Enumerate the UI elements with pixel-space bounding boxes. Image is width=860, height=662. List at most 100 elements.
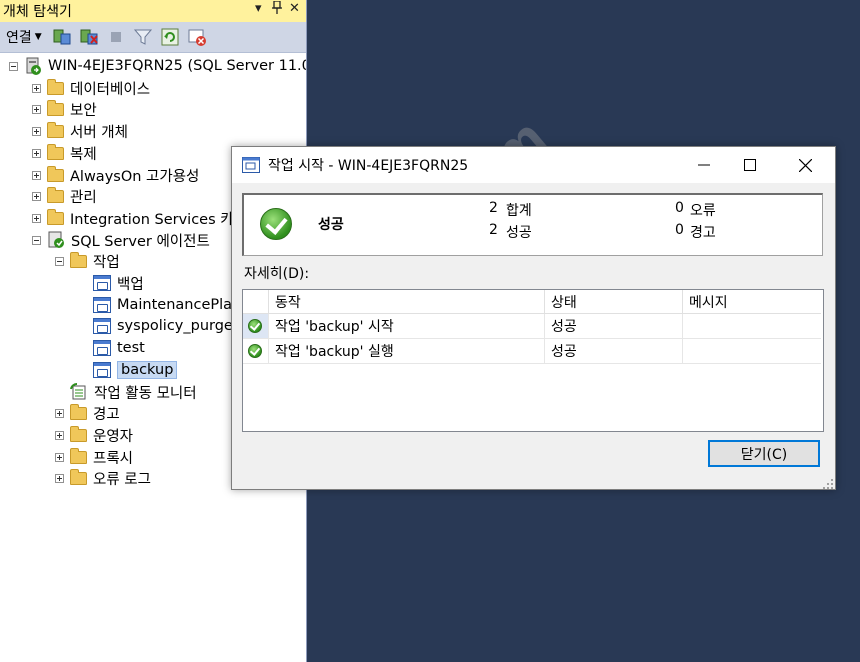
maximize-button[interactable] bbox=[727, 147, 773, 183]
connect-dropdown[interactable]: 연결 ▼ bbox=[6, 27, 42, 47]
object-explorer-title: 개체 탐색기 bbox=[3, 4, 72, 20]
tree-node[interactable]: 오류 로그 bbox=[55, 468, 151, 488]
success-check-icon bbox=[260, 208, 292, 240]
refresh-icon[interactable] bbox=[160, 27, 180, 47]
table-row-icon-cell bbox=[243, 339, 269, 364]
expand-icon[interactable] bbox=[32, 213, 41, 223]
expand-icon[interactable] bbox=[32, 126, 41, 136]
tree-node[interactable]: test bbox=[78, 338, 145, 358]
table-row-action[interactable]: 작업 'backup' 실행 bbox=[269, 339, 545, 364]
grid-header-action[interactable]: 동작 bbox=[269, 290, 545, 314]
tree-node-label: SQL Server 에이전트 bbox=[71, 233, 210, 250]
expand-icon[interactable] bbox=[55, 408, 64, 418]
expand-icon[interactable] bbox=[32, 83, 41, 93]
tree-node-label: 복제 bbox=[70, 146, 97, 163]
job-icon bbox=[93, 318, 111, 334]
tree-node[interactable]: MaintenancePlan bbox=[78, 295, 241, 315]
tree-node-label: 작업 활동 모니터 bbox=[94, 385, 197, 402]
expand-icon[interactable] bbox=[32, 191, 41, 201]
total-count: 2 bbox=[489, 200, 498, 216]
minimize-button[interactable] bbox=[681, 147, 727, 183]
connect-server-icon[interactable] bbox=[52, 27, 72, 47]
success-check-icon bbox=[248, 344, 262, 358]
folder-icon bbox=[47, 78, 64, 95]
tree-node-label: backup bbox=[117, 361, 178, 379]
expand-icon[interactable] bbox=[32, 148, 41, 158]
job-icon bbox=[93, 297, 111, 313]
expand-icon[interactable] bbox=[55, 473, 64, 483]
tree-node[interactable]: SQL Server 에이전트 bbox=[32, 230, 210, 250]
folder-icon bbox=[47, 121, 64, 138]
close-button[interactable]: 닫기(C) bbox=[708, 440, 820, 467]
expand-icon[interactable] bbox=[55, 430, 64, 440]
tree-node-label: AlwaysOn 고가용성 bbox=[70, 168, 200, 185]
grid-header-status[interactable]: 상태 bbox=[545, 290, 683, 314]
filter-icon[interactable] bbox=[133, 27, 153, 47]
tree-node[interactable]: Integration Services 카탈 bbox=[32, 208, 247, 228]
collapse-icon[interactable] bbox=[9, 61, 18, 71]
table-row-message[interactable] bbox=[683, 314, 821, 339]
chevron-down-icon: ▼ bbox=[34, 32, 42, 42]
details-grid[interactable]: 동작 상태 메시지 작업 'backup' 시작 성공 작업 'backup' … bbox=[242, 289, 824, 432]
tree-node-label: 운영자 bbox=[93, 428, 134, 445]
tree-node[interactable]: 작업 bbox=[55, 251, 120, 271]
table-row-action[interactable]: 작업 'backup' 시작 bbox=[269, 314, 545, 339]
success-check-icon bbox=[248, 319, 262, 333]
tree-node[interactable]: 운영자 bbox=[55, 425, 133, 445]
warning-label: 경고 bbox=[690, 225, 716, 241]
expand-icon[interactable] bbox=[32, 104, 41, 114]
tree-node[interactable]: syspolicy_purge_ bbox=[78, 316, 240, 336]
tree-node-label: test bbox=[117, 340, 145, 356]
tree-node-label: 오류 로그 bbox=[93, 471, 151, 488]
collapse-icon[interactable] bbox=[32, 235, 41, 245]
folder-icon bbox=[47, 208, 64, 225]
tree-node[interactable]: WIN-4EJE3FQRN25 (SQL Server 11.0.7 bbox=[9, 56, 306, 76]
stop-icon[interactable] bbox=[106, 27, 126, 47]
resize-grip-icon[interactable] bbox=[823, 477, 833, 489]
folder-icon bbox=[47, 186, 64, 203]
close-window-button[interactable] bbox=[782, 147, 828, 183]
tree-node[interactable]: 백업 bbox=[78, 273, 144, 293]
total-label: 합계 bbox=[506, 203, 532, 219]
table-row-status[interactable]: 성공 bbox=[545, 339, 683, 364]
pin-icon[interactable] bbox=[272, 0, 282, 18]
tree-node[interactable]: 경고 bbox=[55, 403, 120, 423]
tree-node-label: 데이터베이스 bbox=[70, 81, 151, 98]
tree-node[interactable]: 관리 bbox=[32, 186, 97, 206]
tree-node-label: Integration Services 카탈 bbox=[70, 211, 247, 228]
folder-icon bbox=[47, 143, 64, 160]
close-panel-icon[interactable]: ✕ bbox=[289, 1, 300, 16]
folder-icon bbox=[70, 251, 87, 268]
panel-options-icon[interactable]: ▾ bbox=[255, 1, 262, 16]
tree-node[interactable]: 프록시 bbox=[55, 447, 133, 467]
dialog-title: 작업 시작 - WIN-4EJE3FQRN25 bbox=[268, 158, 469, 174]
tree-node[interactable]: 보안 bbox=[32, 99, 97, 119]
grid-header-message[interactable]: 메시지 bbox=[683, 290, 821, 314]
table-row-status[interactable]: 성공 bbox=[545, 314, 683, 339]
tree-node[interactable]: AlwaysOn 고가용성 bbox=[32, 165, 199, 185]
warning-count: 0 bbox=[675, 222, 684, 238]
job-icon bbox=[93, 340, 111, 356]
server-icon bbox=[24, 57, 42, 75]
expand-icon[interactable] bbox=[55, 452, 64, 462]
disconnect-server-icon[interactable] bbox=[79, 27, 99, 47]
table-row-message[interactable] bbox=[683, 339, 821, 364]
tree-node[interactable]: backup bbox=[78, 360, 178, 380]
tree-node[interactable]: 작업 활동 모니터 bbox=[55, 382, 197, 402]
tree-node[interactable]: 서버 개체 bbox=[32, 121, 128, 141]
tree-node-label: 서버 개체 bbox=[70, 124, 128, 141]
tree-node[interactable]: 데이터베이스 bbox=[32, 78, 150, 98]
folder-icon bbox=[70, 425, 87, 442]
start-job-dialog: 작업 시작 - WIN-4EJE3FQRN25 성공 2 합계 2 성공 0 오… bbox=[231, 146, 836, 490]
object-explorer-toolbar: 연결 ▼ bbox=[0, 22, 306, 53]
summary-status: 성공 bbox=[318, 217, 344, 233]
expand-icon[interactable] bbox=[32, 170, 41, 180]
tree-node-label: 작업 bbox=[93, 254, 120, 271]
table-row-icon-cell bbox=[243, 314, 269, 339]
folder-icon bbox=[70, 403, 87, 420]
activity-monitor-icon[interactable] bbox=[187, 27, 207, 47]
collapse-icon[interactable] bbox=[55, 256, 64, 266]
tree-node[interactable]: 복제 bbox=[32, 143, 97, 163]
details-label: 자세히(D): bbox=[244, 266, 310, 282]
success-label: 성공 bbox=[506, 225, 532, 241]
